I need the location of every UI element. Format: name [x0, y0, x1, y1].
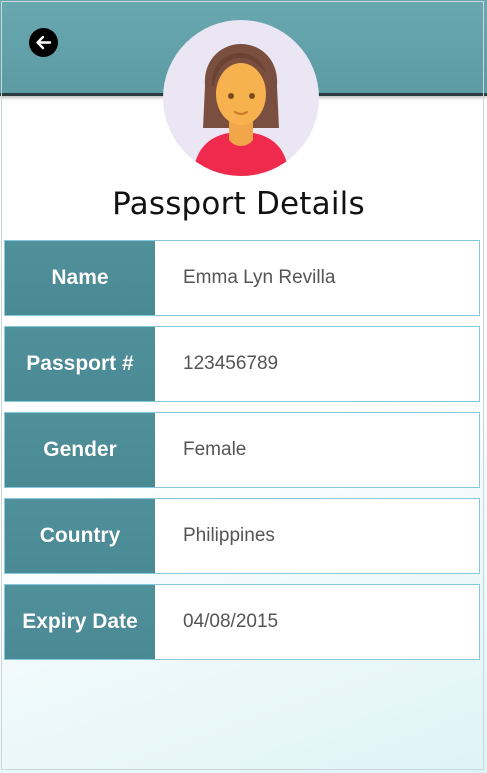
arrow-left-icon: [36, 35, 52, 50]
app-screen: Passport Details Name Emma Lyn Revilla P…: [0, 0, 487, 773]
passport-details-list: Name Emma Lyn Revilla Passport # 1234567…: [4, 240, 480, 670]
detail-row-gender: Gender Female: [4, 412, 480, 488]
female-user-avatar-icon: [163, 20, 319, 176]
detail-label: Country: [5, 499, 155, 573]
detail-row-name: Name Emma Lyn Revilla: [4, 240, 480, 316]
detail-value: Philippines: [183, 525, 275, 546]
detail-label: Passport #: [5, 327, 155, 401]
detail-value: Female: [183, 439, 247, 460]
back-button[interactable]: [29, 28, 58, 57]
detail-row-passport-number: Passport # 123456789: [4, 326, 480, 402]
detail-row-country: Country Philippines: [4, 498, 480, 574]
detail-value: 123456789: [183, 353, 279, 374]
page-title: Passport Details: [112, 186, 365, 222]
detail-label: Gender: [5, 413, 155, 487]
detail-label: Expiry Date: [5, 585, 155, 659]
detail-value: Emma Lyn Revilla: [183, 267, 336, 288]
detail-row-expiry-date: Expiry Date 04/08/2015: [4, 584, 480, 660]
detail-value: 04/08/2015: [183, 611, 279, 632]
detail-label: Name: [5, 241, 155, 315]
